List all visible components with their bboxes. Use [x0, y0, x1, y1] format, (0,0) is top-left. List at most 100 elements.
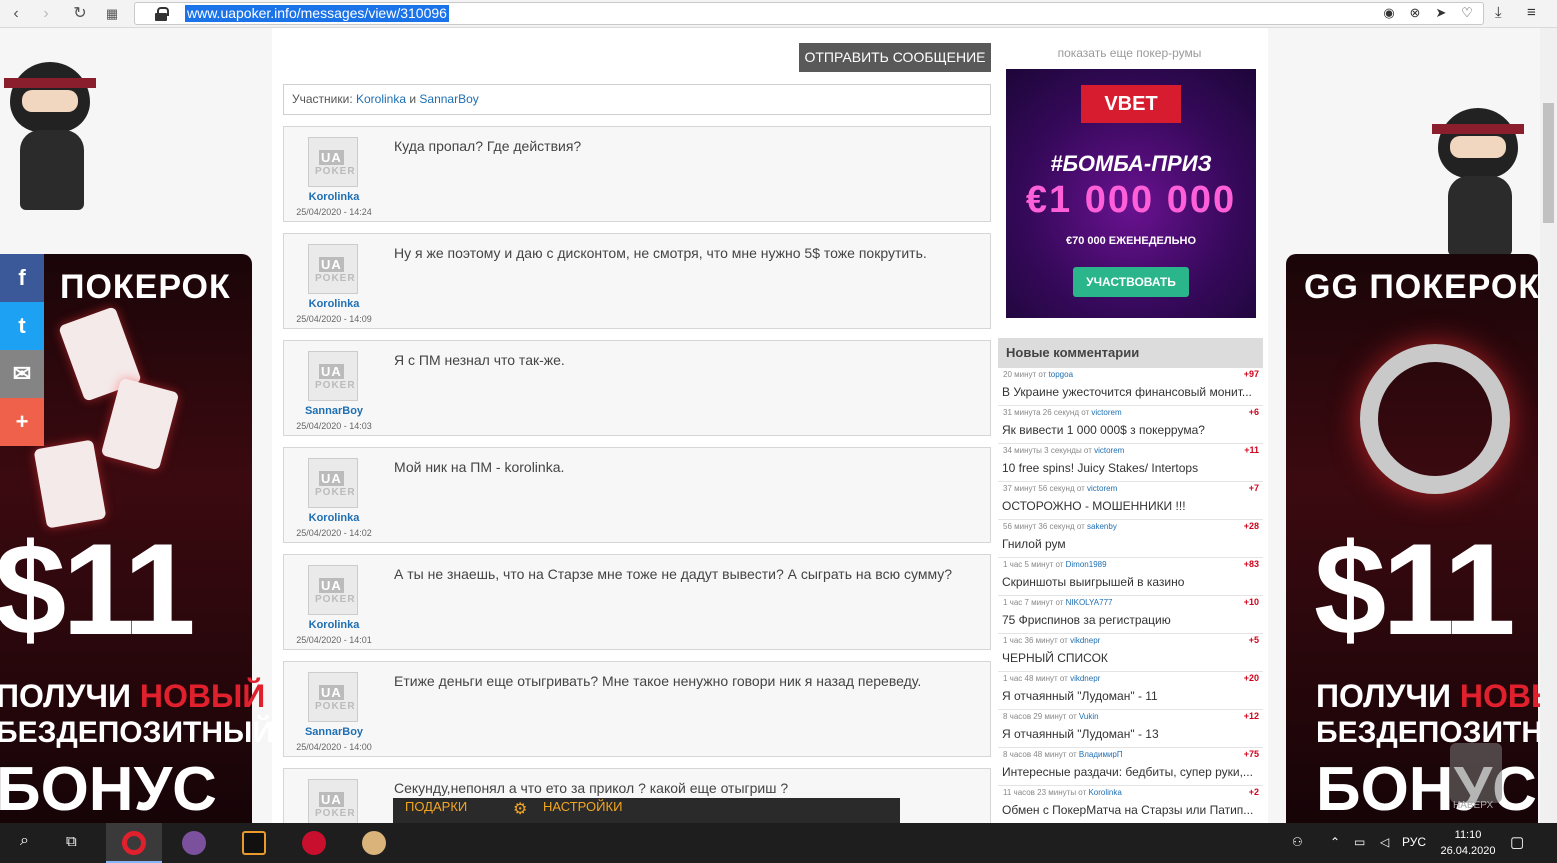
message-author[interactable]: Korolinka — [284, 512, 384, 524]
comment-item[interactable]: 1 час 48 минут от vikdnepr +20 Я отчаянный… — [998, 672, 1263, 710]
message-item: UA POKER Korolinka 25/04/2020 - 14:09 Ну … — [283, 233, 991, 329]
avatar[interactable]: UA POKER — [308, 458, 358, 508]
camera-icon[interactable]: ◉ — [1381, 5, 1397, 21]
scroll-to-top-label: НАВЕРХ — [1453, 800, 1494, 811]
comment-item[interactable]: 56 минут 36 секунд от sakenby +28 Гнилой р… — [998, 520, 1263, 558]
comment-item[interactable]: 8 часов 29 минут от Vukin +12 Я отчаянный … — [998, 710, 1263, 748]
message-text: Секунду,непонял а что ето за прикол ? ка… — [394, 780, 789, 796]
avatar[interactable]: UA POKER — [308, 779, 358, 823]
block-icon[interactable]: ⊗ — [1407, 5, 1423, 21]
comment-item[interactable]: 31 минута 26 секунд от victorem +6 Як виве… — [998, 406, 1263, 444]
settings-link[interactable]: НАСТРОЙКИ — [543, 799, 622, 814]
ad-line-2: БЕЗДЕПОЗИТНЫЙ — [0, 716, 272, 749]
avatar[interactable]: UA POKER — [308, 672, 358, 722]
send-icon[interactable]: ➤ — [1433, 5, 1449, 21]
clock[interactable]: 11:10 26.04.2020 — [1438, 827, 1498, 859]
message-text: А ты не знаешь, что на Старзе мне тоже н… — [394, 566, 953, 582]
comment-item[interactable]: 20 минут от topgoa +97 В Украине ужесточит… — [998, 368, 1263, 406]
pokerstars-icon — [302, 831, 326, 855]
comment-item[interactable]: 11 часов 23 минуты от Korolinka +2 Обмен с… — [998, 786, 1263, 823]
notifications-icon[interactable]: ▢ — [1510, 833, 1524, 851]
comment-item[interactable]: 37 минут 56 секунд от victorem +7 ОСТОРОЖН… — [998, 482, 1263, 520]
comment-item[interactable]: 1 час 7 минут от NIKOLYA777 +10 75 Фриспин… — [998, 596, 1263, 634]
avatar[interactable]: UA POKER — [308, 137, 358, 187]
ninja-illustration — [1418, 68, 1538, 258]
right-sidebar: показать еще покер-румы VBET #БОМБА-ПРИЗ… — [996, 28, 1268, 823]
viber-taskbar-button[interactable] — [166, 823, 222, 863]
people-icon[interactable]: ⚇ — [1292, 835, 1303, 849]
comment-item[interactable]: 1 час 36 минут от vikdnepr +5 ЧЕРНЫЙ СПИСО… — [998, 634, 1263, 672]
more-poker-rooms-link[interactable]: показать еще покер-румы — [996, 46, 1263, 60]
windows-taskbar: ⌕ ⧉ ⚇ ⌃ ▭ ◁ РУС 11:10 26.04.2020 ▢ — [0, 823, 1557, 863]
back-icon[interactable]: ‹ — [6, 4, 26, 24]
message-author[interactable]: Korolinka — [284, 619, 384, 631]
ad-line-1: ПОЛУЧИ НОВЫЙ — [1316, 678, 1540, 714]
message-date: 25/04/2020 - 14:00 — [296, 742, 372, 752]
message-author[interactable]: SannarBoy — [284, 405, 384, 417]
address-bar[interactable]: www.uapoker.info/messages/view/310096 ◉ … — [134, 2, 1484, 25]
twitter-share-button[interactable]: t — [0, 302, 44, 350]
opera-taskbar-button[interactable] — [106, 823, 162, 863]
message-item: UA POKER Korolinka 25/04/2020 - 14:01 А т… — [283, 554, 991, 650]
scrollbar-thumb[interactable] — [1543, 103, 1554, 223]
vbet-tagline: #БОМБА-ПРИЗ — [1050, 151, 1212, 176]
user-bottom-bar: ПОДАРКИ ⚙ НАСТРОЙКИ — [393, 798, 900, 823]
email-share-button[interactable]: ✉ — [0, 350, 44, 398]
avatar[interactable]: UA POKER — [308, 244, 358, 294]
comment-item[interactable]: 8 часов 48 минут от ВладимирП +75 Интересн… — [998, 748, 1263, 786]
lock-icon — [155, 7, 169, 21]
participant-link[interactable]: Korolinka — [356, 92, 406, 106]
message-author[interactable]: Korolinka — [284, 298, 384, 310]
download-icon[interactable]: ⤓ — [1495, 4, 1502, 21]
message-date: 25/04/2020 - 14:03 — [296, 421, 372, 431]
task-view-icon[interactable]: ⧉ — [66, 833, 77, 850]
message-date: 25/04/2020 - 14:02 — [296, 528, 372, 538]
paint-taskbar-button[interactable] — [346, 823, 402, 863]
chevron-up-icon[interactable]: ⌃ — [1330, 835, 1340, 849]
network-icon[interactable]: ▭ — [1354, 835, 1365, 849]
search-icon[interactable]: ⌕ — [20, 832, 29, 850]
avatar[interactable]: UA POKER — [308, 351, 358, 401]
message-item: UA POKER Korolinka 25/04/2020 - 14:02 Мой… — [283, 447, 991, 543]
vbet-logo: VBET — [1081, 85, 1181, 123]
gifts-link[interactable]: ПОДАРКИ — [405, 799, 467, 814]
avatar[interactable]: UA POKER — [308, 565, 358, 615]
scroll-to-top-button[interactable] — [1450, 743, 1502, 803]
gear-icon[interactable]: ⚙ — [513, 799, 527, 819]
language-indicator[interactable]: РУС — [1402, 835, 1426, 849]
url-text[interactable]: www.uapoker.info/messages/view/310096 — [185, 5, 449, 22]
message-author[interactable]: SannarBoy — [284, 726, 384, 738]
vbet-ad-banner[interactable]: VBET #БОМБА-ПРИЗ €1 000 000 €70 000 ЕЖЕН… — [1006, 69, 1256, 318]
ad-line-3: БОНУС — [1316, 755, 1537, 823]
tabs-grid-icon[interactable]: ▦ — [102, 4, 122, 24]
app-taskbar-button[interactable] — [226, 823, 282, 863]
more-share-button[interactable]: + — [0, 398, 44, 446]
send-message-button[interactable]: ОТПРАВИТЬ СООБЩЕНИЕ — [799, 43, 991, 72]
volume-icon[interactable]: ◁ — [1380, 835, 1389, 849]
pokerstars-taskbar-button[interactable] — [286, 823, 342, 863]
message-date: 25/04/2020 - 14:09 — [296, 314, 372, 324]
message-date: 25/04/2020 - 14:24 — [296, 207, 372, 217]
ad-amount: $11 — [1314, 516, 1516, 662]
opera-icon — [122, 831, 146, 855]
paint-icon — [362, 831, 386, 855]
participant-link[interactable]: SannarBoy — [419, 92, 478, 106]
browser-toolbar: ‹ › ↻ ▦ www.uapoker.info/messages/view/3… — [0, 0, 1557, 28]
reload-icon[interactable]: ↻ — [70, 4, 90, 24]
comment-item[interactable]: 1 час 5 минут от Dimon1989 +83 Скриншоты в… — [998, 558, 1263, 596]
facebook-share-button[interactable]: f — [0, 254, 44, 302]
message-author[interactable]: Korolinka — [284, 191, 384, 203]
forward-icon[interactable]: › — [36, 4, 56, 24]
message-date: 25/04/2020 - 14:01 — [296, 635, 372, 645]
participants-bar: Участники: Korolinka и SannarBoy — [283, 84, 991, 115]
heart-icon[interactable]: ♡ — [1459, 5, 1475, 21]
messages-thread: ОТПРАВИТЬ СООБЩЕНИЕ Участники: Korolinka… — [272, 28, 996, 823]
comment-item[interactable]: 34 минуты 3 секунды от victorem +11 10 fre… — [998, 444, 1263, 482]
vbet-prize: €1 000 000 — [1025, 179, 1237, 221]
menu-icon[interactable]: ≡ — [1527, 4, 1536, 21]
right-ad-banner[interactable]: GG ПОКЕРОК $11 ПОЛУЧИ НОВЫЙ БЕЗДЕПОЗИТНЫ… — [1268, 28, 1540, 823]
message-text: Куда пропал? Где действия? — [394, 138, 582, 154]
new-comments-header: Новые комментарии — [998, 338, 1263, 368]
vbet-participate-button[interactable]: УЧАСТВОВАТЬ — [1073, 267, 1189, 297]
page-scrollbar[interactable] — [1540, 28, 1557, 823]
